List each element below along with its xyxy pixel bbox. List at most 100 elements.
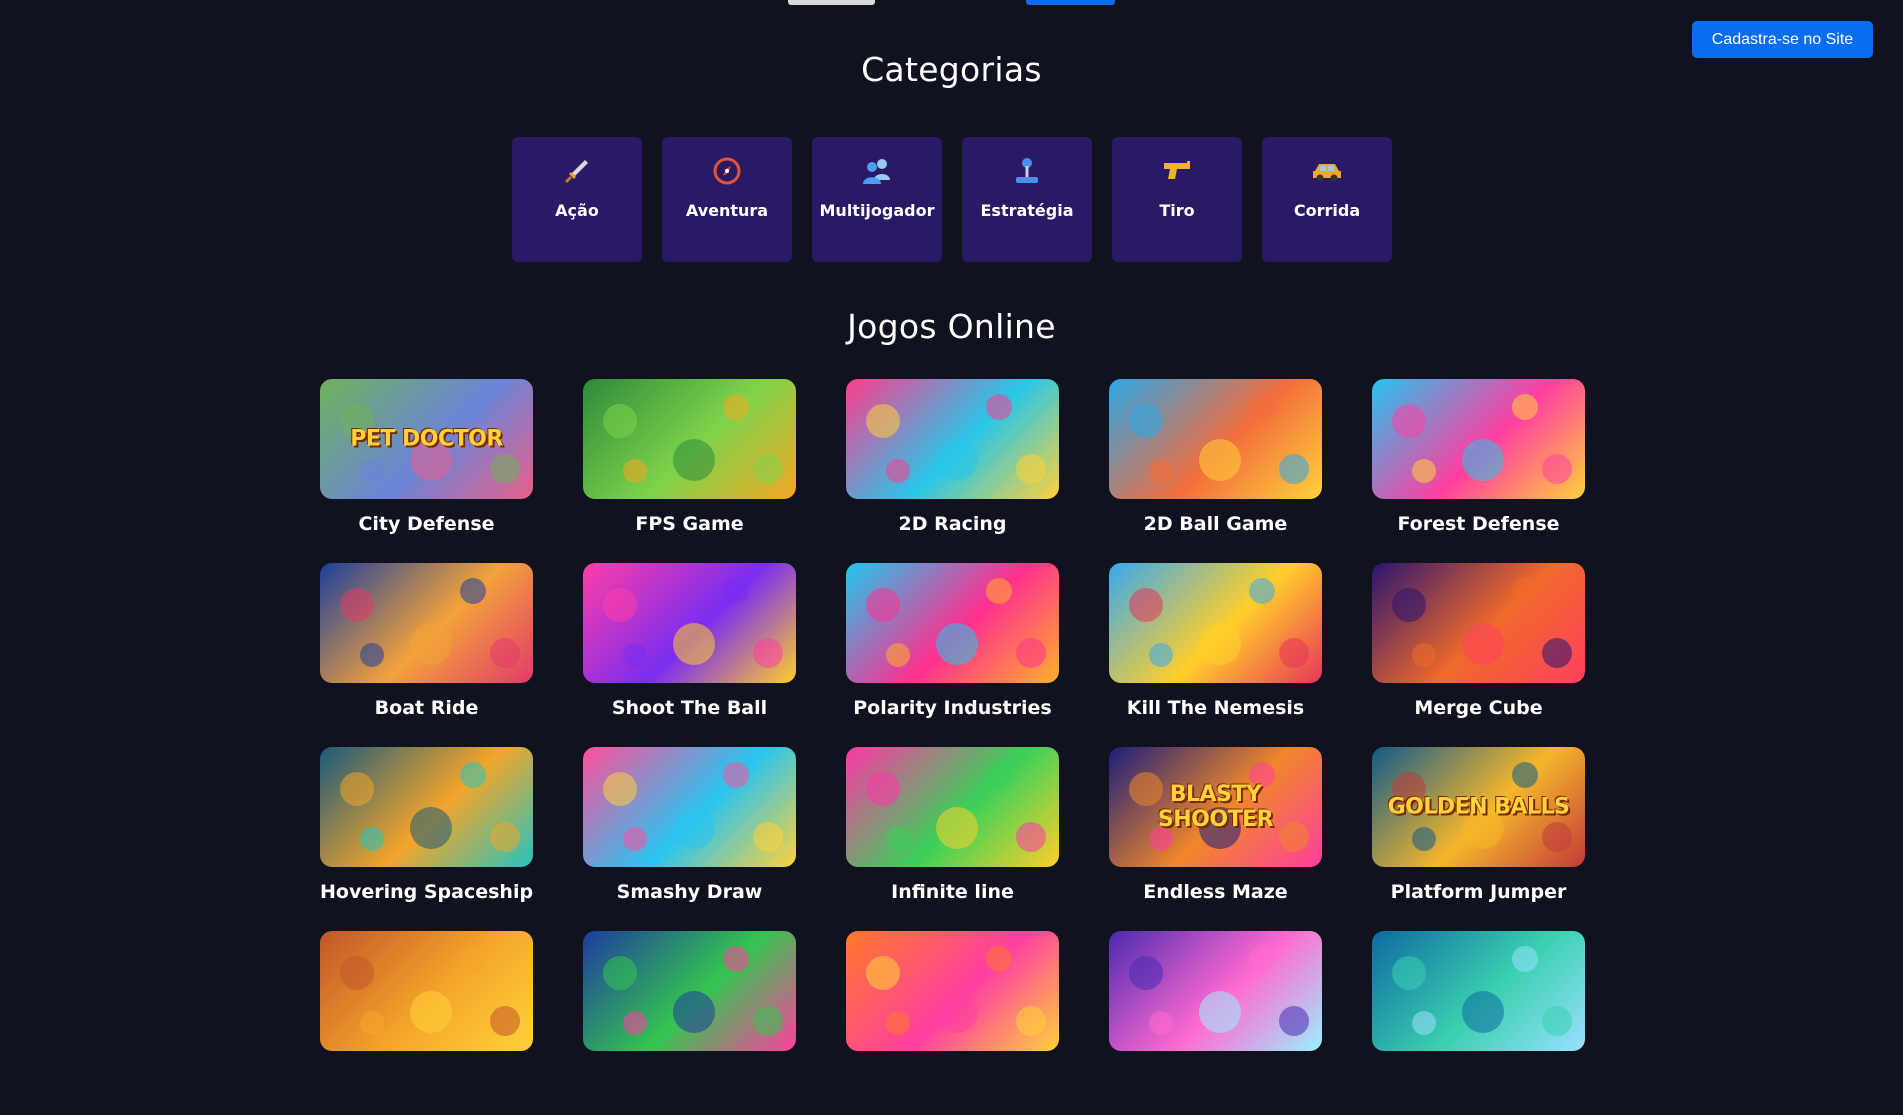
- thumbnail-decoration: [623, 459, 647, 483]
- thumbnail-decoration: [1016, 638, 1046, 668]
- game-title[interactable]: Hovering Spaceship: [320, 881, 533, 903]
- thumbnail-decoration: [673, 623, 715, 665]
- game-thumbnail[interactable]: [583, 747, 796, 867]
- game-thumbnail[interactable]: [846, 379, 1059, 499]
- game-card[interactable]: Smashy Draw: [583, 747, 796, 931]
- game-card[interactable]: [1109, 931, 1322, 1115]
- thumbnail-decoration: [1149, 1011, 1173, 1035]
- game-title[interactable]: Platform Jumper: [1372, 881, 1585, 903]
- category-corrida[interactable]: Corrida: [1262, 137, 1392, 262]
- game-title[interactable]: Endless Maze: [1109, 881, 1322, 903]
- game-title[interactable]: Polarity Industries: [846, 697, 1059, 719]
- game-card[interactable]: PET DOCTOR City Defense: [320, 379, 533, 563]
- thumbnail-decoration: [1016, 1006, 1046, 1036]
- thumbnail-decoration: [1512, 762, 1538, 788]
- thumbnail-decoration: [936, 991, 978, 1033]
- thumbnail-decoration: [1129, 404, 1163, 438]
- game-thumbnail[interactable]: [1372, 931, 1585, 1051]
- thumbnail-decoration: [1016, 454, 1046, 484]
- thumbnail-decoration: [1279, 638, 1309, 668]
- category-label: Ação: [555, 201, 599, 220]
- game-thumbnail[interactable]: [320, 563, 533, 683]
- game-card[interactable]: Hovering Spaceship: [320, 747, 533, 931]
- game-title[interactable]: 2D Ball Game: [1109, 513, 1322, 535]
- category-acao[interactable]: Ação: [512, 137, 642, 262]
- game-card[interactable]: Infinite line: [846, 747, 1059, 931]
- game-thumbnail[interactable]: [1372, 379, 1585, 499]
- thumbnail-decoration: [1199, 439, 1241, 481]
- game-card[interactable]: Boat Ride: [320, 563, 533, 747]
- game-card[interactable]: [583, 931, 796, 1115]
- game-thumbnail[interactable]: [583, 563, 796, 683]
- game-title[interactable]: Shoot The Ball: [583, 697, 796, 719]
- game-card[interactable]: Forest Defense: [1372, 379, 1585, 563]
- game-card[interactable]: Kill The Nemesis: [1109, 563, 1322, 747]
- category-label: Multijogador: [819, 201, 935, 220]
- thumbnail-decoration: [623, 1011, 647, 1035]
- thumbnail-decoration: [340, 772, 374, 806]
- game-card[interactable]: Merge Cube: [1372, 563, 1585, 747]
- game-title[interactable]: Forest Defense: [1372, 513, 1585, 535]
- thumbnail-decoration: [603, 588, 637, 622]
- thumbnail-decoration: [460, 578, 486, 604]
- game-card[interactable]: FPS Game: [583, 379, 796, 563]
- game-thumbnail[interactable]: [1109, 379, 1322, 499]
- thumbnail-decoration: [1249, 946, 1275, 972]
- tab-indicator-inactive[interactable]: [788, 0, 875, 5]
- game-card[interactable]: [1372, 931, 1585, 1115]
- game-thumbnail[interactable]: [1372, 563, 1585, 683]
- thumbnail-decoration: [866, 588, 900, 622]
- thumbnail-title: GOLDEN BALLS: [1387, 794, 1570, 820]
- game-title[interactable]: FPS Game: [583, 513, 796, 535]
- game-card[interactable]: GOLDEN BALLS Platform Jumper: [1372, 747, 1585, 931]
- thumbnail-decoration: [623, 643, 647, 667]
- game-thumbnail[interactable]: [1109, 931, 1322, 1051]
- thumbnail-decoration: [1542, 638, 1572, 668]
- thumbnail-decoration: [490, 638, 520, 668]
- game-title[interactable]: City Defense: [320, 513, 533, 535]
- game-card[interactable]: Polarity Industries: [846, 563, 1059, 747]
- game-thumbnail[interactable]: [583, 379, 796, 499]
- gun-icon: [1161, 155, 1193, 187]
- thumbnail-decoration: [723, 578, 749, 604]
- game-thumbnail[interactable]: [320, 747, 533, 867]
- compass-icon: [711, 155, 743, 187]
- thumbnail-decoration: [623, 827, 647, 851]
- game-title[interactable]: Smashy Draw: [583, 881, 796, 903]
- thumbnail-decoration: [410, 991, 452, 1033]
- thumbnail-decoration: [340, 956, 374, 990]
- game-thumbnail[interactable]: [320, 931, 533, 1051]
- users-icon: [861, 155, 893, 187]
- thumbnail-decoration: [986, 578, 1012, 604]
- tab-indicator-active[interactable]: [1026, 0, 1115, 5]
- game-card[interactable]: [320, 931, 533, 1115]
- thumbnail-decoration: [723, 946, 749, 972]
- game-card[interactable]: 2D Ball Game: [1109, 379, 1322, 563]
- category-aventura[interactable]: Aventura: [662, 137, 792, 262]
- game-title[interactable]: Boat Ride: [320, 697, 533, 719]
- game-thumbnail[interactable]: GOLDEN BALLS: [1372, 747, 1585, 867]
- game-card[interactable]: 2D Racing: [846, 379, 1059, 563]
- game-title[interactable]: Infinite line: [846, 881, 1059, 903]
- game-title[interactable]: Merge Cube: [1372, 697, 1585, 719]
- game-thumbnail[interactable]: [846, 931, 1059, 1051]
- game-thumbnail[interactable]: [846, 563, 1059, 683]
- game-card[interactable]: Shoot The Ball: [583, 563, 796, 747]
- thumbnail-decoration: [360, 459, 384, 483]
- game-title[interactable]: Kill The Nemesis: [1109, 697, 1322, 719]
- game-thumbnail[interactable]: BLASTY SHOOTER: [1109, 747, 1322, 867]
- game-title[interactable]: 2D Racing: [846, 513, 1059, 535]
- car-icon: [1311, 155, 1343, 187]
- game-thumbnail[interactable]: PET DOCTOR: [320, 379, 533, 499]
- thumbnail-decoration: [886, 827, 910, 851]
- game-card[interactable]: BLASTY SHOOTER Endless Maze: [1109, 747, 1322, 931]
- category-tiro[interactable]: Tiro: [1112, 137, 1242, 262]
- category-multijogador[interactable]: Multijogador: [812, 137, 942, 262]
- thumbnail-decoration: [753, 454, 783, 484]
- game-thumbnail[interactable]: [1109, 563, 1322, 683]
- game-thumbnail[interactable]: [846, 747, 1059, 867]
- game-thumbnail[interactable]: [583, 931, 796, 1051]
- category-estrategia[interactable]: Estratégia: [962, 137, 1092, 262]
- game-card[interactable]: [846, 931, 1059, 1115]
- thumbnail-decoration: [1149, 459, 1173, 483]
